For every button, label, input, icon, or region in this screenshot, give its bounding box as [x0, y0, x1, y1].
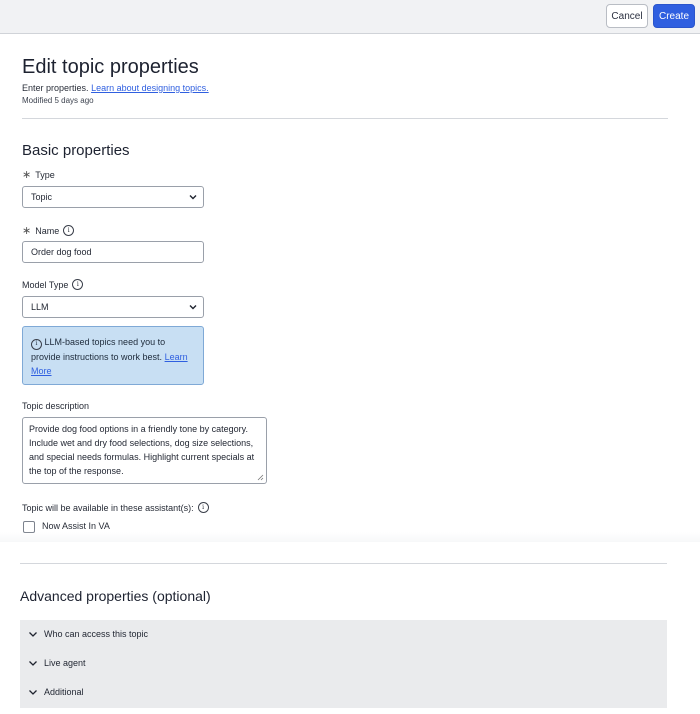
info-icon[interactable]: i — [72, 279, 84, 290]
topic-description-value: Provide dog food options in a friendly t… — [29, 424, 255, 476]
model-type-label-text: Model Type — [22, 279, 69, 290]
model-type-select-value: LLM — [31, 302, 49, 312]
top-toolbar: Cancel Create — [0, 0, 700, 34]
llm-info-callout: i LLM-based topics need you to provide i… — [22, 326, 204, 385]
learn-designing-topics-link[interactable]: Learn about designing topics. — [91, 83, 209, 93]
page-title: Edit topic properties — [22, 56, 199, 78]
name-label: ∗ Name i — [22, 224, 75, 237]
info-icon: i — [31, 338, 42, 350]
type-label-text: Type — [35, 169, 55, 180]
intro-label: Enter properties. — [22, 83, 89, 93]
callout-text: LLM-based topics need you to provide ins… — [31, 337, 166, 362]
chevron-down-icon — [189, 195, 197, 200]
divider — [20, 563, 667, 564]
assistants-label: Topic will be available in these assista… — [22, 502, 209, 513]
type-select-value: Topic — [31, 192, 53, 202]
now-assist-option-label: Now Assist In VA — [42, 521, 110, 531]
accordion-live-agent[interactable]: Live agent — [20, 649, 667, 677]
cancel-button[interactable]: Cancel — [606, 4, 648, 28]
chevron-down-icon — [29, 690, 37, 695]
advanced-accordion: Who can access this topic Live agent Add… — [20, 620, 667, 708]
chevron-down-icon — [29, 661, 37, 666]
type-select[interactable]: Topic — [22, 186, 204, 208]
name-input[interactable]: Order dog food — [22, 241, 204, 263]
asterisk-icon: ∗ — [22, 169, 32, 181]
create-button[interactable]: Create — [653, 4, 695, 28]
model-type-select[interactable]: LLM — [22, 296, 204, 318]
chevron-down-icon — [29, 632, 37, 637]
type-label: ∗ Type — [22, 168, 55, 181]
resize-handle-icon[interactable] — [257, 474, 264, 481]
name-input-value: Order dog food — [31, 247, 92, 257]
asterisk-icon: ∗ — [22, 225, 32, 237]
info-icon[interactable]: i — [197, 502, 209, 513]
chevron-down-icon — [189, 305, 197, 310]
info-icon[interactable]: i — [63, 225, 75, 236]
intro-text: Enter properties. Learn about designing … — [22, 83, 209, 93]
accordion-label: Who can access this topic — [44, 629, 149, 639]
model-type-label: Model Type i — [22, 279, 84, 290]
accordion-who-can-access[interactable]: Who can access this topic — [20, 620, 667, 648]
accordion-additional[interactable]: Additional — [20, 678, 667, 706]
modified-timestamp: Modified 5 days ago — [22, 96, 94, 105]
advanced-properties-heading: Advanced properties (optional) — [20, 588, 211, 604]
topic-description-textarea[interactable]: Provide dog food options in a friendly t… — [22, 417, 267, 484]
accordion-label: Live agent — [44, 658, 86, 668]
topic-description-label: Topic description — [22, 401, 89, 411]
basic-properties-heading: Basic properties — [22, 142, 130, 159]
scroll-fade — [0, 532, 700, 542]
assistants-label-text: Topic will be available in these assista… — [22, 502, 194, 513]
accordion-label: Additional — [44, 687, 84, 697]
divider — [22, 118, 668, 119]
now-assist-option[interactable]: Now Assist In VA — [42, 521, 110, 531]
topic-description-label-text: Topic description — [22, 401, 90, 411]
name-label-text: Name — [35, 225, 60, 236]
